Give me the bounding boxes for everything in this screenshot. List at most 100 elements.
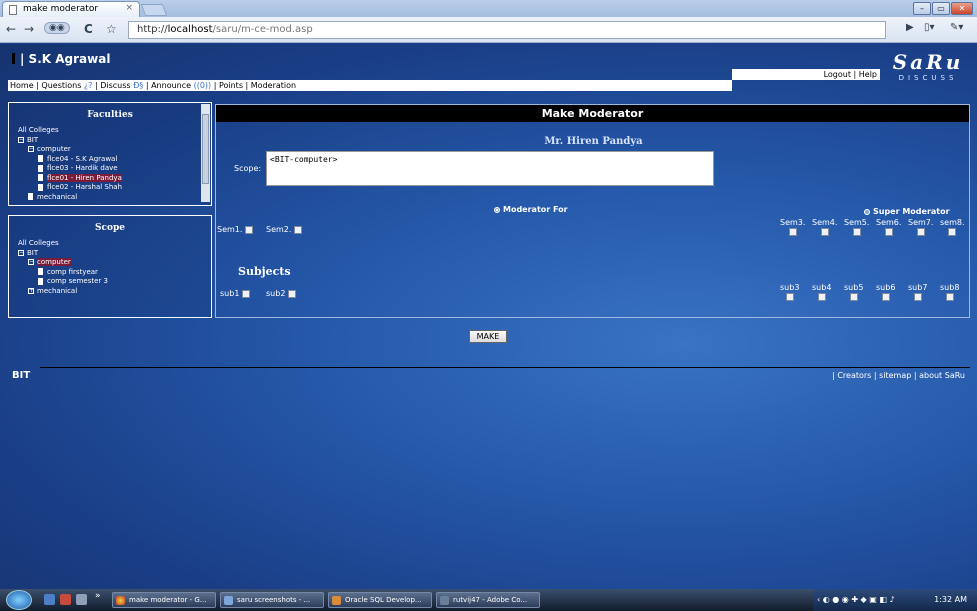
sem3-checkbox[interactable]	[788, 227, 797, 236]
sem-option[interactable]: Sem6.	[876, 218, 901, 236]
tree-dept-selected[interactable]: − computer	[18, 258, 211, 268]
menu-announce[interactable]: Announce	[151, 81, 191, 90]
collapse-icon[interactable]: −	[28, 259, 34, 265]
scrollbar-thumb[interactable]	[202, 114, 209, 184]
back-icon[interactable]: ←	[6, 22, 16, 36]
radio-moderator-for[interactable]	[494, 206, 500, 213]
forward-icon[interactable]: →	[24, 22, 34, 36]
collapse-icon[interactable]: −	[28, 146, 34, 152]
sem-option[interactable]: Sem7.	[908, 218, 933, 236]
sub6-checkbox[interactable]	[881, 292, 890, 301]
tree-all-colleges[interactable]: All Colleges	[18, 239, 211, 249]
footer-links[interactable]: | Creators | sitemap | about SaRu	[832, 371, 965, 380]
radio-super-moderator[interactable]	[864, 208, 870, 215]
sem2-checkbox[interactable]	[293, 225, 302, 234]
bookmark-star-icon[interactable]: ☆	[106, 22, 117, 36]
collapse-icon[interactable]: −	[18, 249, 24, 256]
sub5-checkbox[interactable]	[849, 292, 858, 301]
mail-icon[interactable]	[60, 594, 71, 605]
sub-option[interactable]: sub1	[220, 289, 250, 298]
reload-icon[interactable]: C	[84, 22, 93, 36]
sem-option[interactable]: Sem4.	[812, 218, 837, 236]
sub7-checkbox[interactable]	[913, 292, 922, 301]
faculty-item[interactable]: flce03 - Hardik dave	[18, 164, 211, 174]
start-button[interactable]	[6, 590, 32, 610]
media-icon[interactable]	[76, 594, 87, 605]
sub-option[interactable]: sub3	[780, 283, 799, 301]
show-desktop-icon[interactable]	[44, 594, 55, 605]
sub-option[interactable]: sub7	[908, 283, 927, 301]
sem1-checkbox[interactable]	[244, 225, 253, 234]
tree-college[interactable]: − BIT	[18, 136, 211, 146]
close-window-icon[interactable]: ✕	[951, 2, 973, 15]
menu-questions[interactable]: Questions	[41, 81, 81, 90]
taskbar-item[interactable]: make moderator - G...	[112, 592, 216, 608]
scope-item[interactable]: comp semester 3	[18, 277, 211, 287]
play-icon[interactable]: ▶	[906, 22, 914, 33]
subjects-heading: Subjects	[238, 265, 291, 278]
taskbar-item[interactable]: saru screenshots - ...	[220, 592, 324, 608]
menu-discuss[interactable]: Discuss	[100, 81, 130, 90]
sem-option[interactable]: Sem5.	[844, 218, 869, 236]
new-tab-button[interactable]	[140, 4, 168, 16]
tree-all-colleges[interactable]: All Colleges	[18, 126, 211, 136]
sem-option[interactable]: Sem2.	[266, 225, 302, 234]
faculty-item[interactable]: flce04 - S.K Agrawal	[18, 155, 211, 165]
sub-option[interactable]: sub4	[812, 283, 831, 301]
user-marker-icon	[12, 53, 15, 64]
overflow-icon[interactable]: »	[95, 591, 106, 602]
tab-close-icon[interactable]: ×	[125, 3, 133, 13]
wrench-menu-icon[interactable]: ✎▾	[950, 22, 963, 33]
collapse-icon[interactable]: −	[18, 136, 24, 143]
faculty-item-selected[interactable]: flce01 - Hiren Pandya	[18, 173, 211, 184]
vertical-scrollbar[interactable]	[201, 104, 210, 202]
sub3-checkbox[interactable]	[785, 292, 794, 301]
sub-option[interactable]: sub5	[844, 283, 863, 301]
sub4-checkbox[interactable]	[817, 292, 826, 301]
help-link[interactable]: Help	[859, 70, 877, 79]
faculty-item[interactable]: flce02 - Harshal Shah	[18, 183, 211, 193]
sem7-checkbox[interactable]	[916, 227, 925, 236]
sem8-checkbox[interactable]	[948, 227, 957, 236]
tree-dept-other[interactable]: + mechanical	[18, 287, 211, 297]
logout-link[interactable]: Logout	[824, 70, 851, 79]
sem5-checkbox[interactable]	[852, 227, 861, 236]
taskbar-item[interactable]: Oracle SQL Develop...	[328, 592, 432, 608]
clock[interactable]: 1:32 AM	[934, 589, 967, 611]
sem-option[interactable]: Sem3.	[780, 218, 805, 236]
scope-item[interactable]: comp firstyear	[18, 268, 211, 278]
sub-option[interactable]: sub2	[266, 289, 296, 298]
sub1-checkbox[interactable]	[241, 289, 250, 298]
page-menu-icon[interactable]: ▯▾	[924, 22, 935, 33]
document-icon	[38, 174, 43, 181]
tray-icons[interactable]: ‹ ◐ ● ◉ ✚ ◆ ▣ ◧ ♪	[817, 595, 895, 604]
sem-option[interactable]: sem8.	[940, 218, 965, 236]
extension-icon[interactable]: ◉◉	[44, 22, 70, 34]
sub2-checkbox[interactable]	[287, 289, 296, 298]
maximize-icon[interactable]: ▭	[932, 2, 950, 15]
menu-points[interactable]: Points	[219, 81, 243, 90]
tree-dept-other[interactable]: mechanical	[18, 193, 211, 203]
expand-icon[interactable]: +	[28, 287, 34, 294]
super-moderator-option[interactable]: Super Moderator	[864, 207, 950, 216]
address-bar[interactable]: http://localhost/saru/m-ce-mod.asp	[128, 21, 886, 39]
sem6-checkbox[interactable]	[884, 227, 893, 236]
sem4-checkbox[interactable]	[820, 227, 829, 236]
moderator-for-option[interactable]: Moderator For	[494, 205, 568, 214]
sem-label: Sem6.	[876, 218, 902, 227]
menu-home[interactable]: Home	[10, 81, 34, 90]
tree-college[interactable]: − BIT	[18, 249, 211, 259]
scope-textarea[interactable]: <BIT-computer>	[266, 151, 714, 186]
make-button[interactable]: MAKE	[469, 330, 507, 343]
sem-option[interactable]: Sem1.	[217, 225, 253, 234]
sub-label: sub4	[812, 283, 832, 292]
taskbar-item[interactable]: rutvij47 - Adobe Co...	[436, 592, 540, 608]
menu-moderation[interactable]: Moderation	[251, 81, 296, 90]
sub-option[interactable]: sub8	[940, 283, 959, 301]
document-icon	[38, 277, 43, 285]
minimize-icon[interactable]: –	[913, 2, 931, 15]
sub-option[interactable]: sub6	[876, 283, 895, 301]
sub8-checkbox[interactable]	[945, 292, 954, 301]
browser-tab[interactable]: make moderator ×	[2, 1, 140, 17]
tree-dept[interactable]: − computer	[18, 145, 211, 155]
